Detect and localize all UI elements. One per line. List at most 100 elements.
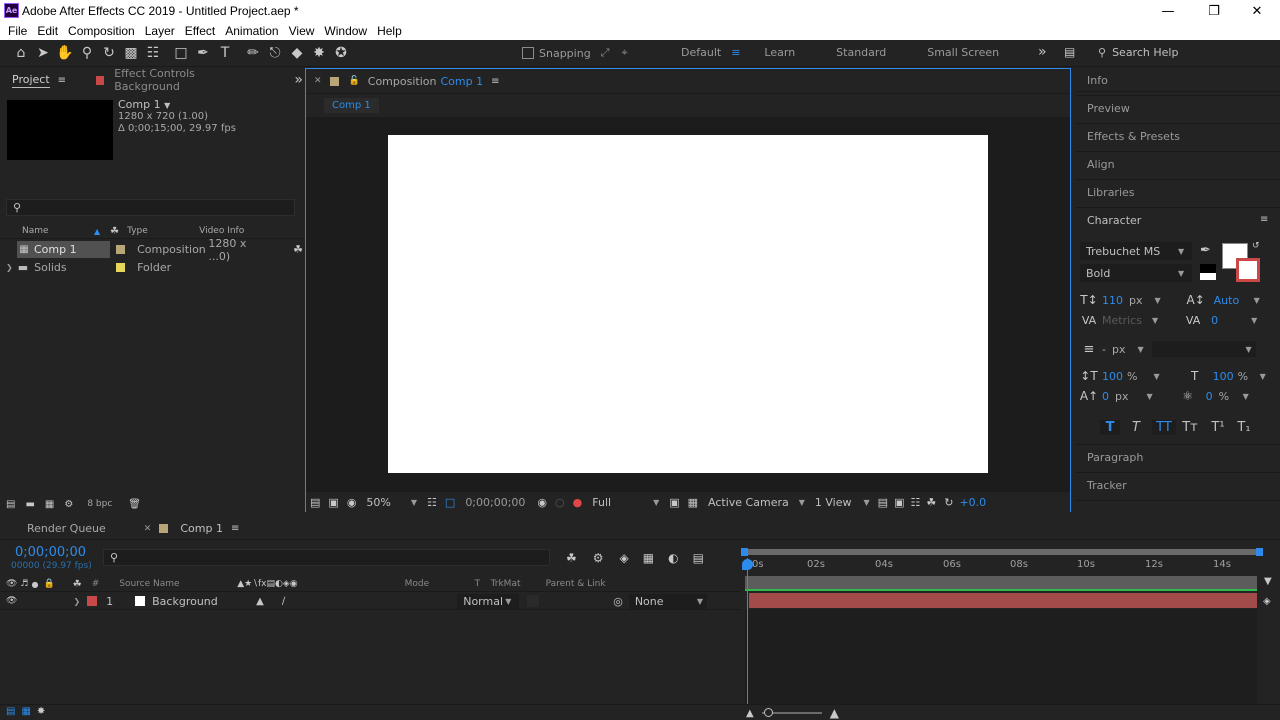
- lock-icon[interactable]: 🔒: [44, 579, 55, 589]
- snap-edges-icon[interactable]: ⤢: [601, 46, 610, 60]
- comp-panel-menu-icon[interactable]: ≡: [491, 76, 499, 87]
- search-help-input[interactable]: Search Help: [1112, 46, 1178, 59]
- selected-item-name[interactable]: Comp 1 ▼: [118, 98, 170, 111]
- current-time-display[interactable]: 0;00;00;00: [15, 545, 86, 560]
- lock-icon[interactable]: 🔓: [349, 76, 360, 86]
- tab-render-queue[interactable]: Render Queue: [27, 522, 106, 535]
- faux-bold-button[interactable]: T: [1100, 419, 1120, 435]
- column-type[interactable]: Type: [127, 226, 199, 236]
- panel-paragraph[interactable]: Paragraph: [1087, 451, 1143, 464]
- rectangle-tool-icon[interactable]: □: [170, 42, 192, 64]
- column-name[interactable]: Name: [22, 226, 94, 236]
- expand-timing-pane-icon[interactable]: ✸: [37, 706, 45, 717]
- menu-window[interactable]: Window: [324, 24, 367, 38]
- faux-italic-button[interactable]: T: [1124, 420, 1148, 435]
- close-tab-icon[interactable]: ✕: [314, 76, 322, 86]
- horizontal-scale-value[interactable]: 100: [1213, 370, 1234, 383]
- type-tool-icon[interactable]: T: [214, 42, 236, 64]
- column-parent[interactable]: Parent & Link: [546, 579, 606, 589]
- eraser-tool-icon[interactable]: ◆: [286, 42, 308, 64]
- preserve-transparency-toggle[interactable]: [527, 595, 540, 607]
- tab-project[interactable]: Project: [12, 73, 50, 88]
- motion-blur-icon[interactable]: ◐: [668, 551, 678, 565]
- shy-layers-icon[interactable]: ◈: [620, 551, 629, 565]
- fast-previews-icon[interactable]: ▣: [669, 496, 679, 509]
- expand-transfer-controls-icon[interactable]: ▦: [21, 706, 30, 717]
- stroke-style-dropdown[interactable]: ▼: [1151, 341, 1256, 357]
- label-column-icon[interactable]: ☘: [73, 579, 82, 590]
- font-family-dropdown[interactable]: Trebuchet MS ▼: [1080, 242, 1192, 260]
- small-caps-button[interactable]: Tт: [1178, 420, 1202, 435]
- label-column-icon[interactable]: ☘: [110, 226, 119, 237]
- camera-dropdown[interactable]: Active Camera: [708, 496, 789, 509]
- tab-timeline-comp[interactable]: Comp 1: [180, 522, 223, 535]
- menu-edit[interactable]: Edit: [37, 24, 58, 38]
- work-area-bar[interactable]: [745, 549, 1261, 555]
- menu-layer[interactable]: Layer: [145, 24, 175, 38]
- sync-settings-icon[interactable]: ▤: [1064, 45, 1075, 59]
- character-panel-title[interactable]: Character: [1087, 214, 1141, 227]
- reset-exposure-icon[interactable]: ↻: [944, 496, 953, 509]
- menu-composition[interactable]: Composition: [68, 24, 135, 38]
- snapshot-camera-icon[interactable]: ◉: [537, 496, 547, 509]
- layer-duration-bar[interactable]: [749, 593, 1257, 608]
- tracking-value[interactable]: 0: [1211, 314, 1245, 327]
- roto-brush-tool-icon[interactable]: ✸: [308, 42, 330, 64]
- menu-help[interactable]: Help: [377, 24, 402, 38]
- stroke-width-value[interactable]: -: [1102, 343, 1106, 356]
- panel-overflow-icon[interactable]: »: [294, 72, 303, 88]
- pick-whip-icon[interactable]: ◎: [613, 595, 623, 608]
- work-area-end-handle[interactable]: [1256, 548, 1263, 556]
- font-size-value[interactable]: 110: [1102, 294, 1123, 307]
- tsume-value[interactable]: 0: [1206, 390, 1213, 403]
- comp-canvas[interactable]: [388, 135, 988, 473]
- comp-marker-bin-icon[interactable]: ◈: [1263, 596, 1271, 607]
- chevron-down-icon[interactable]: ▼: [1243, 392, 1249, 401]
- expand-layer-switches-icon[interactable]: ▤: [6, 706, 15, 717]
- zoom-slider[interactable]: [761, 708, 822, 717]
- panel-tracker[interactable]: Tracker: [1087, 479, 1127, 492]
- layer-label-swatch[interactable]: [87, 596, 98, 606]
- project-search-input[interactable]: ⚲: [6, 199, 295, 216]
- tab-composition[interactable]: Comp 1: [440, 75, 483, 88]
- workspace-default[interactable]: Default: [681, 46, 721, 59]
- magnification-dropdown[interactable]: 50%: [366, 496, 390, 509]
- zoom-tool-icon[interactable]: ⚲: [76, 42, 98, 64]
- rotation-tool-icon[interactable]: ↻: [98, 42, 120, 64]
- interpret-footage-icon[interactable]: ▤: [6, 499, 15, 510]
- chevron-down-icon[interactable]: ▼: [1153, 372, 1159, 381]
- chevron-down-icon[interactable]: ▼: [1155, 296, 1161, 305]
- puppet-tool-icon[interactable]: ✪: [330, 42, 352, 64]
- column-mode[interactable]: Mode: [405, 579, 475, 589]
- resolution-grid-icon[interactable]: ☷: [427, 496, 437, 509]
- project-panel-menu-icon[interactable]: ≡: [58, 75, 66, 86]
- menu-file[interactable]: File: [8, 24, 27, 38]
- label-color-swatch[interactable]: [116, 263, 126, 272]
- color-channels-icon[interactable]: ●: [573, 496, 583, 509]
- column-trkmat[interactable]: TrkMat: [491, 579, 546, 589]
- minimize-button[interactable]: —: [1145, 0, 1191, 22]
- zoom-slider-thumb[interactable]: [763, 708, 773, 717]
- snap-features-icon[interactable]: ⌖: [621, 46, 627, 60]
- draft-3d-icon[interactable]: ▣: [894, 496, 904, 509]
- comp-button-icon[interactable]: ▼: [1264, 576, 1272, 587]
- column-source-name[interactable]: Source Name: [119, 579, 237, 589]
- current-time-indicator[interactable]: [747, 558, 748, 704]
- panel-libraries[interactable]: Libraries: [1087, 186, 1135, 199]
- menu-animation[interactable]: Animation: [225, 24, 278, 38]
- zoom-in-icon[interactable]: ▲: [830, 706, 839, 720]
- brush-tool-icon[interactable]: ✏: [242, 42, 264, 64]
- show-snapshot-icon[interactable]: ○: [555, 496, 565, 509]
- timeline-search-input[interactable]: ⚲: [103, 549, 550, 566]
- home-icon[interactable]: ⌂: [10, 42, 32, 64]
- label-color-swatch[interactable]: [116, 245, 126, 254]
- flowchart-icon[interactable]: ☘: [293, 243, 303, 256]
- snapping-checkbox[interactable]: [522, 47, 534, 59]
- region-of-interest-icon[interactable]: □: [445, 496, 455, 509]
- kerning-value[interactable]: Metrics: [1102, 314, 1142, 327]
- menu-effect[interactable]: Effect: [185, 24, 215, 38]
- timeline-menu-icon[interactable]: ≡: [231, 523, 239, 534]
- layer-mode-dropdown[interactable]: Normal ▼: [457, 593, 520, 609]
- adjust-settings-icon[interactable]: ⚙: [64, 499, 73, 510]
- toggle-pixel-aspect-icon[interactable]: ▤: [878, 496, 888, 509]
